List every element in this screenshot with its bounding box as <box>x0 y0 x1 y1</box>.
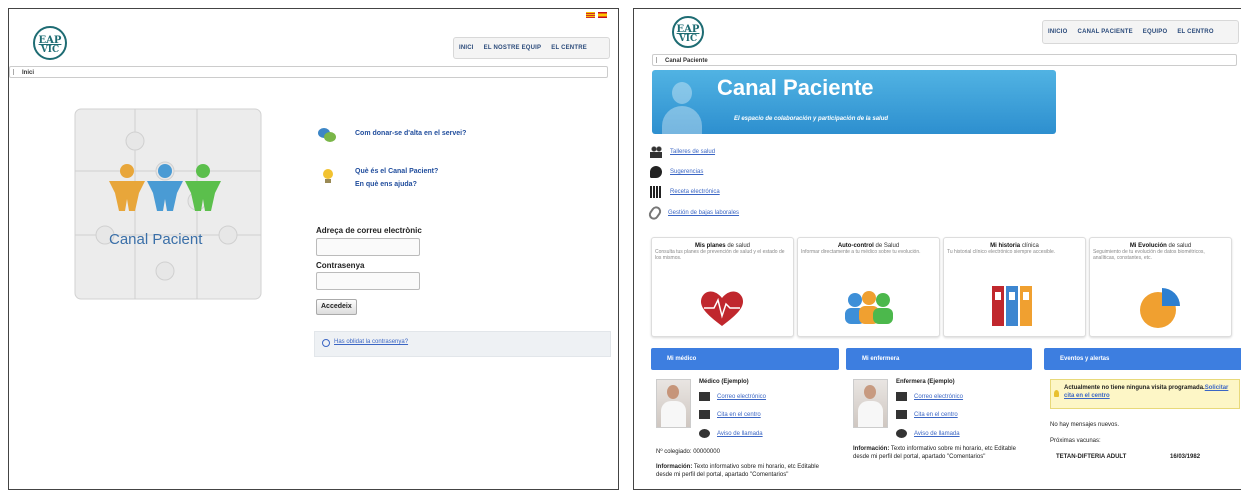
how-to-register-link[interactable]: Com donar-se d'alta en el servei? <box>355 130 466 137</box>
main-nav: INICIO CANAL PACIENTE EQUIPO EL CENTRO <box>1042 20 1239 44</box>
doctor-appointment-link[interactable]: Cita en el centro <box>717 412 761 418</box>
nav-inicio[interactable]: INICIO <box>1043 29 1073 35</box>
pie-chart-icon <box>1140 288 1180 328</box>
password-field[interactable] <box>316 272 420 290</box>
card-mi-evolucion[interactable]: Mi Evolución de salud Seguimiento de tu … <box>1089 237 1232 337</box>
nurse-info: Información: Texto informativo sobre mi … <box>853 446 1016 460</box>
spanish-flag-icon[interactable] <box>598 12 607 18</box>
nurse-email-link[interactable]: Correo electrónico <box>914 394 963 400</box>
vaccine-name: TETAN-DIFTERIA ADULT <box>1056 454 1127 460</box>
password-label: Contrasenya <box>316 261 365 270</box>
section-mi-medico: Mi médico <box>651 348 839 370</box>
sidelink-receta[interactable]: Receta electrónica <box>650 186 720 198</box>
puzzle-text: Canal Pacient <box>109 231 203 248</box>
doctor-info: Información: Texto informativo sobre mi … <box>656 464 819 478</box>
banner-subtitle: El espacio de colaboración y participaci… <box>734 116 889 122</box>
doctor-email-link[interactable]: Correo electrónico <box>717 394 766 400</box>
nav-el-nostre-equip[interactable]: EL NOSTRE EQUIP <box>479 45 547 51</box>
sidelink-bajas[interactable]: Gestión de bajas laborales <box>646 204 739 222</box>
chat-bubbles-icon <box>318 126 336 142</box>
lightbulb-icon <box>1054 390 1059 397</box>
breadcrumb[interactable]: Canal Paciente <box>652 54 1237 66</box>
nurse-name: Enfermera (Ejemplo) <box>896 379 955 385</box>
visit-alert-text: Actualmente no tiene ninguna visita prog… <box>1064 385 1229 400</box>
barcode-icon <box>650 186 662 198</box>
vaccine-date: 16/03/1982 <box>1170 454 1201 460</box>
group-people-icon <box>845 291 893 324</box>
how-does-it-help-link[interactable]: En què ens ajuda? <box>355 181 417 188</box>
speech-bubble-icon <box>650 166 662 178</box>
nav-inici[interactable]: INICI <box>454 45 479 51</box>
card-mi-historia[interactable]: Mi historia clínica Tu historial clínico… <box>943 237 1086 337</box>
eap-vic-logo[interactable]: EAP VIC <box>672 16 704 48</box>
globe-icon <box>699 429 710 438</box>
breadcrumb[interactable]: Inici <box>9 66 608 78</box>
vaccines-label: Próximas vacunas: <box>1050 438 1101 444</box>
eap-vic-logo[interactable]: EAP VIC <box>33 26 67 60</box>
catalan-flag-icon[interactable] <box>586 12 595 18</box>
nav-el-centro[interactable]: EL CENTRO <box>1172 29 1218 35</box>
doctor-call-link[interactable]: Aviso de llamada <box>717 431 763 437</box>
nav-equipo[interactable]: EQUIPO <box>1138 29 1173 35</box>
email-icon <box>896 392 907 401</box>
puzzle-illustration: Canal Pacient <box>65 101 271 307</box>
puzzle-graphic <box>74 108 262 300</box>
card-mis-planes[interactable]: Mis planes de salud Consulta tus planes … <box>651 237 794 337</box>
heart-icon <box>700 291 744 326</box>
sidelink-sugerencias[interactable]: Sugerencias <box>650 166 703 178</box>
nurse-appointment-link[interactable]: Cita en el centro <box>914 412 958 418</box>
main-nav: INICI EL NOSTRE EQUIP EL CENTRE <box>453 37 610 59</box>
binders-icon <box>992 286 1032 326</box>
email-icon <box>699 392 710 401</box>
nav-el-centre[interactable]: EL CENTRE <box>546 45 592 51</box>
people-icon <box>650 146 662 158</box>
calendar-icon <box>896 410 907 419</box>
doctor-collegiate: Nº colegiado: 00000000 <box>656 449 720 455</box>
section-mi-enfermera: Mi enfermera <box>846 348 1032 370</box>
email-label: Adreça de correu electrònic <box>316 226 422 235</box>
card-auto-control[interactable]: Auto-control de Salud Informar directame… <box>797 237 940 337</box>
lightbulb-icon <box>323 169 333 183</box>
banner-title: Canal Paciente <box>717 75 874 100</box>
globe-icon <box>896 429 907 438</box>
section-eventos-alertas: Eventos y alertas <box>1044 348 1241 370</box>
login-button[interactable]: Accedeix <box>316 299 357 315</box>
calendar-icon <box>699 410 710 419</box>
no-messages-text: No hay mensajes nuevos. <box>1050 422 1120 428</box>
forgot-password-link[interactable]: Has oblidat la contrasenya? <box>334 339 408 345</box>
paperclip-icon <box>646 204 664 222</box>
user-avatar-icon <box>658 76 706 136</box>
info-icon <box>322 339 330 347</box>
nav-canal-paciente[interactable]: CANAL PACIENTE <box>1073 29 1138 35</box>
doctor-name: Médico (Ejemplo) <box>699 379 749 385</box>
catalan-login-screen: EAP VIC INICI EL NOSTRE EQUIP EL CENTRE … <box>8 8 619 490</box>
what-is-canal-pacient-link[interactable]: Què és el Canal Pacient? <box>355 168 438 175</box>
sidelink-talleres[interactable]: Talleres de salud <box>650 146 715 158</box>
doctor-photo <box>656 379 691 428</box>
email-field[interactable] <box>316 238 420 256</box>
nurse-photo <box>853 379 888 428</box>
nurse-call-link[interactable]: Aviso de llamada <box>914 431 960 437</box>
spanish-dashboard-screen: EAP VIC INICIO CANAL PACIENTE EQUIPO EL … <box>633 8 1241 490</box>
